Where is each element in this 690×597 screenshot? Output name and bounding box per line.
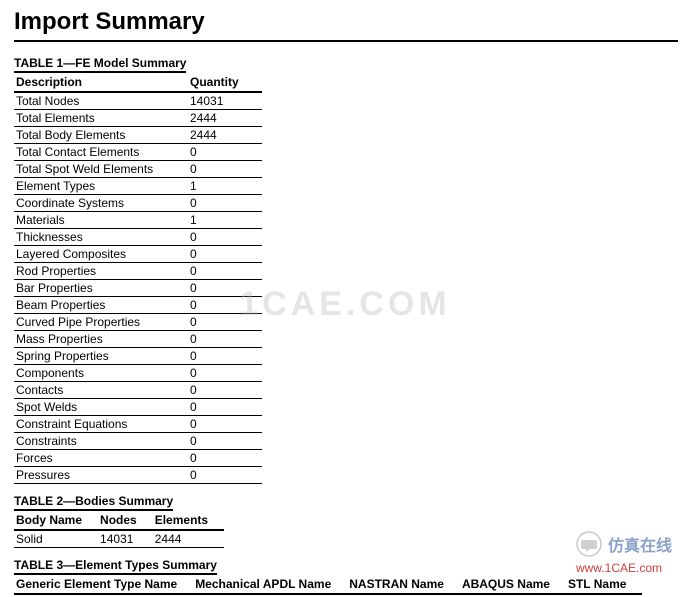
table3-header-stl: STL Name [566, 575, 642, 594]
cell-desc: Total Body Elements [14, 127, 188, 144]
table3: Generic Element Type Name Mechanical APD… [14, 575, 642, 597]
cell-desc: Rod Properties [14, 263, 188, 280]
cell-qty: 0 [188, 314, 262, 331]
table-row: Layered Composites0 [14, 246, 262, 263]
table2-header-elements: Elements [153, 511, 224, 530]
page-title: Import Summary [14, 8, 678, 36]
table2-section: TABLE 2—Bodies Summary Body Name Nodes E… [14, 494, 678, 548]
table-row: Rod Properties0 [14, 263, 262, 280]
cell-qty: 0 [188, 348, 262, 365]
cell-qty: 0 [188, 195, 262, 212]
cell-desc: Mass Properties [14, 331, 188, 348]
cell-qty: 1 [188, 212, 262, 229]
cell-qty: 1 [188, 178, 262, 195]
table-row: Curved Pipe Properties0 [14, 314, 262, 331]
table-row: Materials1 [14, 212, 262, 229]
cell-qty: 0 [188, 450, 262, 467]
table3-header-nastran: NASTRAN Name [347, 575, 460, 594]
cell-qty: 0 [188, 161, 262, 178]
table3-header-abaqus: ABAQUS Name [460, 575, 566, 594]
cell-qty: 0 [188, 331, 262, 348]
table-row: Element Types1 [14, 178, 262, 195]
table1: Description Quantity Total Nodes14031 To… [14, 73, 262, 484]
cell-desc: Constraint Equations [14, 416, 188, 433]
cell-desc: Spot Welds [14, 399, 188, 416]
table-row: Total Body Elements2444 [14, 127, 262, 144]
table-row: Thicknesses0 [14, 229, 262, 246]
cell-desc: Thicknesses [14, 229, 188, 246]
cell-qty: 0 [188, 365, 262, 382]
cell-qty: 0 [188, 246, 262, 263]
table-row: Total Spot Weld Elements0 [14, 161, 262, 178]
cell-desc: Curved Pipe Properties [14, 314, 188, 331]
table-row: Total Contact Elements0 [14, 144, 262, 161]
table3-header-row: Generic Element Type Name Mechanical APD… [14, 575, 642, 594]
cell-qty: 2444 [188, 127, 262, 144]
table-row: Solid 14031 2444 [14, 530, 224, 548]
cell-qty: 0 [188, 263, 262, 280]
table2-header-body-name: Body Name [14, 511, 98, 530]
table2-caption: TABLE 2—Bodies Summary [14, 494, 173, 511]
cell-elements: 2444 [153, 530, 224, 548]
cell-qty: 0 [188, 467, 262, 484]
cell-qty: 0 [188, 416, 262, 433]
cell-qty: 0 [188, 433, 262, 450]
table-row: Beam Properties0 [14, 297, 262, 314]
table-row: Constraints0 [14, 433, 262, 450]
cell-desc: Total Spot Weld Elements [14, 161, 188, 178]
table2-header-nodes: Nodes [98, 511, 153, 530]
cell-desc: Bar Properties [14, 280, 188, 297]
table3-header-generic: Generic Element Type Name [14, 575, 193, 594]
table1-header-quantity: Quantity [188, 73, 262, 92]
cell-qty: 0 [188, 297, 262, 314]
table-row: Forces0 [14, 450, 262, 467]
table-row: Contacts0 [14, 382, 262, 399]
cell-desc: Constraints [14, 433, 188, 450]
table3-header-apdl: Mechanical APDL Name [193, 575, 347, 594]
table3-section: TABLE 3—Element Types Summary Generic El… [14, 558, 678, 597]
cell-desc: Layered Composites [14, 246, 188, 263]
cell-desc: Materials [14, 212, 188, 229]
cell-qty: 0 [188, 382, 262, 399]
table-row: Bar Properties0 [14, 280, 262, 297]
cell-desc: Total Nodes [14, 92, 188, 110]
table1-section: TABLE 1—FE Model Summary Description Qua… [14, 56, 678, 484]
table-row: Total Nodes14031 [14, 92, 262, 110]
cell-qty: 14031 [188, 92, 262, 110]
cell-qty: 0 [188, 144, 262, 161]
table1-caption: TABLE 1—FE Model Summary [14, 56, 186, 73]
cell-desc: Components [14, 365, 188, 382]
table-row: Pressures0 [14, 467, 262, 484]
table1-header-row: Description Quantity [14, 73, 262, 92]
cell-desc: Spring Properties [14, 348, 188, 365]
table-row: Components0 [14, 365, 262, 382]
cell-desc: Total Contact Elements [14, 144, 188, 161]
table2: Body Name Nodes Elements Solid 14031 244… [14, 511, 224, 548]
table-row: Spot Welds0 [14, 399, 262, 416]
cell-desc: Element Types [14, 178, 188, 195]
cell-qty: 0 [188, 280, 262, 297]
cell-qty: 0 [188, 229, 262, 246]
table-row: Constraint Equations0 [14, 416, 262, 433]
table3-caption: TABLE 3—Element Types Summary [14, 558, 217, 575]
table-row: Spring Properties0 [14, 348, 262, 365]
table-row: Coordinate Systems0 [14, 195, 262, 212]
cell-desc: Contacts [14, 382, 188, 399]
cell-desc: Pressures [14, 467, 188, 484]
table-row: Total Elements2444 [14, 110, 262, 127]
table2-header-row: Body Name Nodes Elements [14, 511, 224, 530]
cell-qty: 0 [188, 399, 262, 416]
cell-desc: Forces [14, 450, 188, 467]
cell-body-name: Solid [14, 530, 98, 548]
title-rule [14, 40, 678, 42]
cell-nodes: 14031 [98, 530, 153, 548]
table1-header-description: Description [14, 73, 188, 92]
cell-desc: Total Elements [14, 110, 188, 127]
cell-desc: Coordinate Systems [14, 195, 188, 212]
cell-qty: 2444 [188, 110, 262, 127]
cell-desc: Beam Properties [14, 297, 188, 314]
table-row: Mass Properties0 [14, 331, 262, 348]
